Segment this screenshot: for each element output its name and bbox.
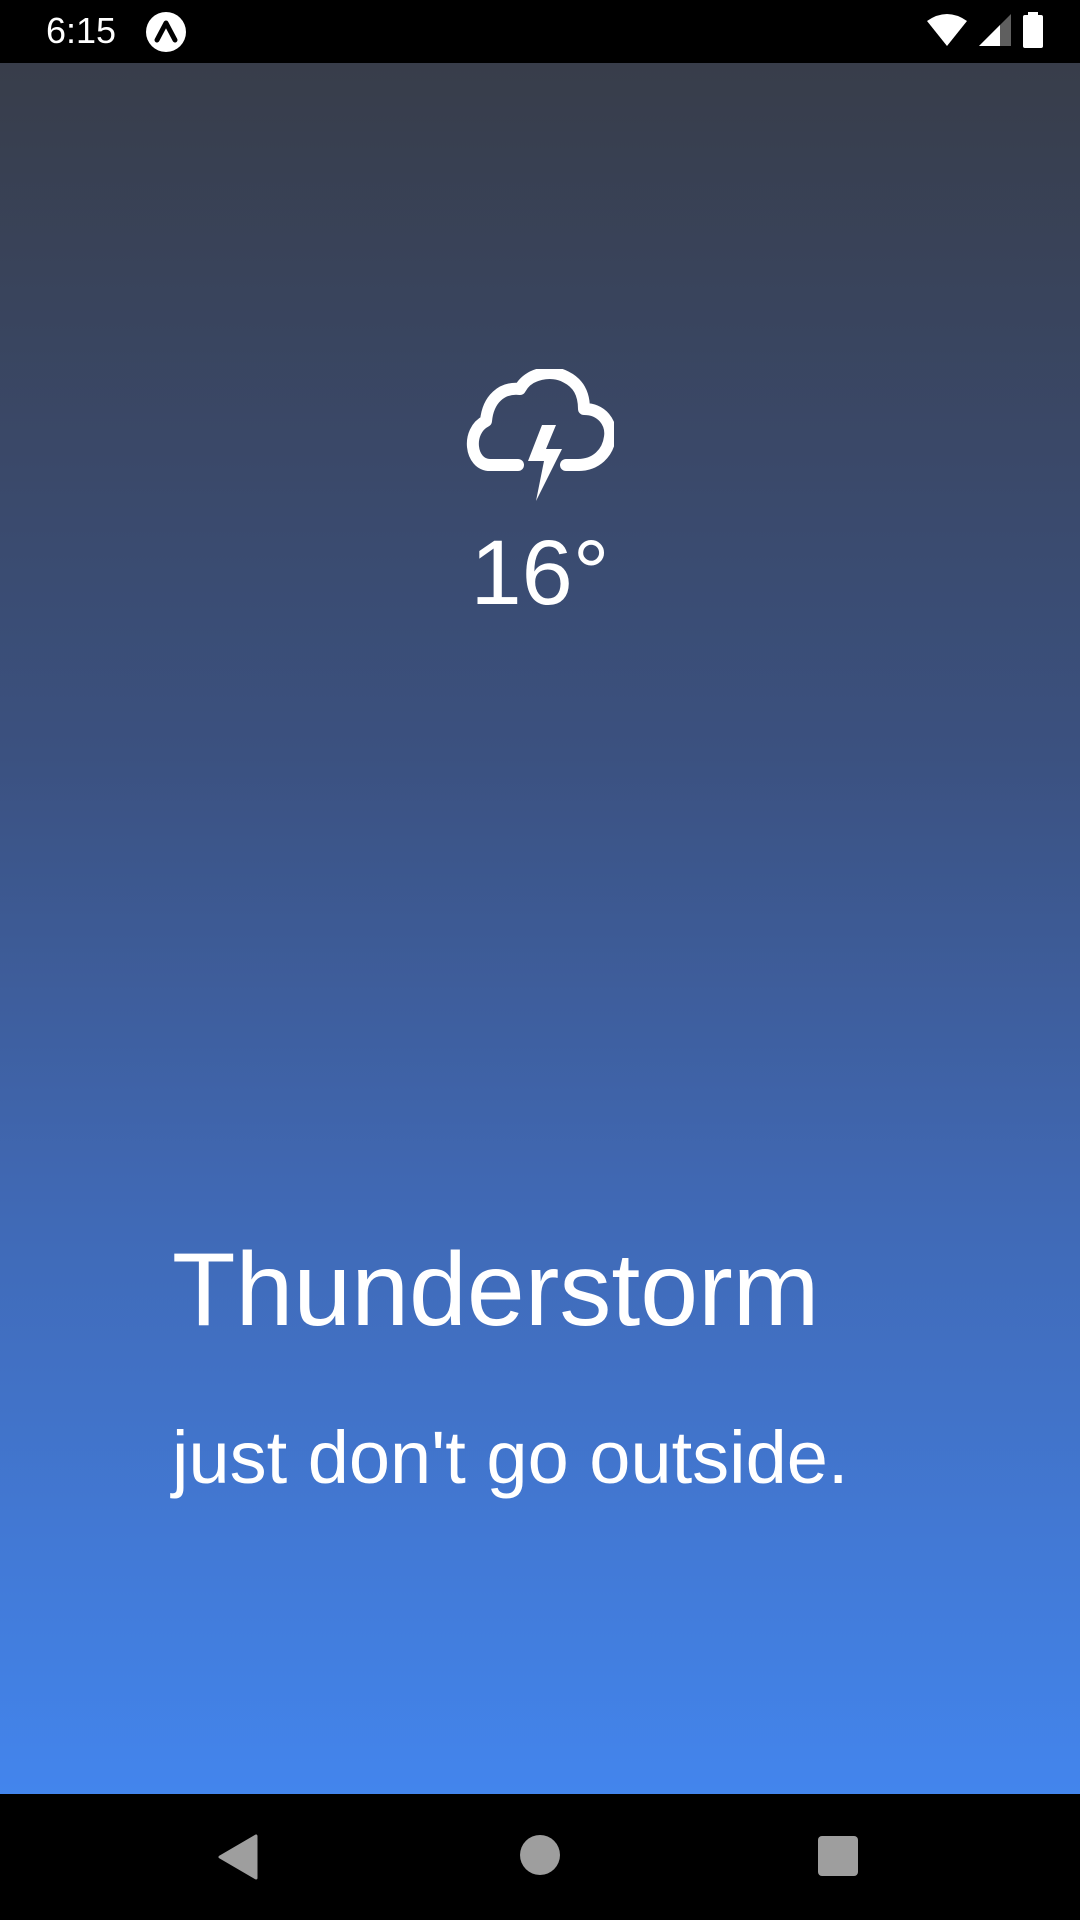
cell-signal-icon — [978, 13, 1012, 52]
status-icons — [926, 11, 1044, 53]
thunderstorm-icon — [466, 367, 617, 505]
recents-icon[interactable] — [818, 1836, 858, 1876]
status-time: 6:15 — [46, 10, 117, 51]
expo-logo-icon — [146, 12, 186, 52]
battery-icon — [1022, 11, 1044, 53]
status-bar: 6:15 — [0, 0, 1080, 63]
temperature: 16° — [470, 522, 610, 624]
navigation-bar — [0, 1794, 1080, 1920]
home-icon[interactable] — [520, 1835, 560, 1875]
wifi-icon — [926, 13, 968, 52]
weather-screen: 16° Thunderstorm just don't go outside. — [0, 63, 1080, 1794]
condition-subtitle: just don't go outside. — [172, 1416, 849, 1499]
condition-title: Thunderstorm — [172, 1232, 820, 1348]
back-icon[interactable] — [218, 1834, 258, 1880]
